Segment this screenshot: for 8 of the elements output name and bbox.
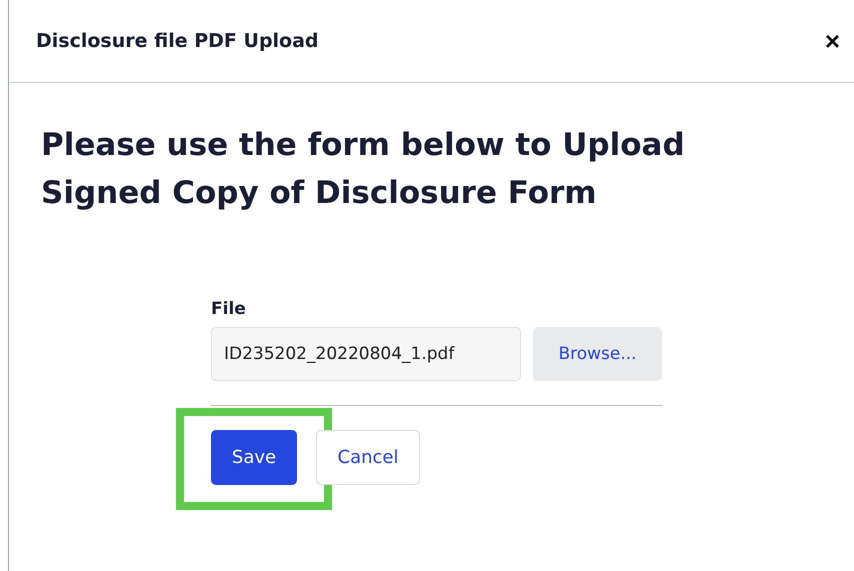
heading: Please use the form below to Upload Signed Copy of Disclosure Form <box>41 126 686 213</box>
close-button[interactable]: × <box>824 26 840 56</box>
field-label: File <box>211 299 247 319</box>
save-button[interactable]: Save <box>211 430 297 485</box>
cancel-button[interactable]: Cancel <box>316 430 420 485</box>
file-input-field[interactable]: ID235202_20220804_1.pdf <box>211 327 521 381</box>
modal-title: Disclosure file PDF Upload <box>36 30 319 52</box>
browse-button[interactable]: Browse... <box>533 327 662 381</box>
